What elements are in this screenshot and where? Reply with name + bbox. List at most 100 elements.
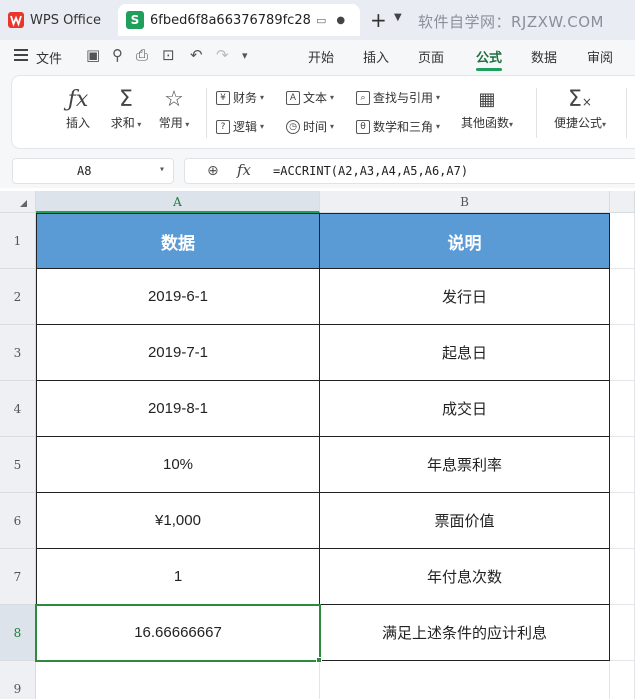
cell-c9[interactable] — [610, 661, 635, 699]
cell-b6[interactable]: 票面价值 — [320, 493, 610, 549]
more-chevron-icon[interactable]: ▾ — [242, 49, 248, 62]
math-button[interactable]: θ 数学和三角 ▾ — [356, 118, 440, 135]
cell-b4[interactable]: 成交日 — [320, 381, 610, 437]
name-box-value: A8 — [77, 164, 92, 178]
insert-function-button[interactable]: ƒx 插入 — [56, 86, 100, 131]
cell-c7[interactable] — [610, 549, 635, 605]
math-icon: θ — [356, 119, 370, 134]
tab-insert[interactable]: 插入 — [363, 47, 389, 66]
cell-c1[interactable] — [610, 213, 635, 269]
tab-list-chevron-icon[interactable]: ▼ — [394, 12, 402, 23]
row-header[interactable]: 7 — [0, 549, 36, 605]
tab-formula[interactable]: 公式 — [476, 47, 502, 66]
cell-b1[interactable]: 说明 — [320, 213, 610, 269]
undo-icon[interactable]: ↶ — [190, 46, 203, 64]
cell-a6[interactable]: ¥1,000 — [36, 493, 320, 549]
row-header[interactable]: 1 — [0, 213, 36, 269]
monitor-icon[interactable]: ▭ — [316, 14, 326, 27]
common-functions-button[interactable]: ☆ 常用 ▾ — [152, 86, 196, 131]
row-header[interactable]: 9 — [0, 661, 36, 699]
quick-formula-label: 便捷公式 — [553, 116, 602, 130]
finance-label: 财务 — [233, 91, 258, 105]
logic-button[interactable]: ? 逻辑 ▾ — [216, 118, 264, 135]
row-header[interactable]: 3 — [0, 325, 36, 381]
cell-b5[interactable]: 年息票利率 — [320, 437, 610, 493]
cell-a5[interactable]: 10% — [36, 437, 320, 493]
fx-icon[interactable]: fx — [237, 161, 251, 179]
cell-c6[interactable] — [610, 493, 635, 549]
text-label: 文本 — [303, 91, 328, 105]
print-icon[interactable]: ⎙ — [136, 46, 148, 64]
cell-a9[interactable] — [36, 661, 320, 699]
time-button[interactable]: ◷ 时间 ▾ — [286, 118, 334, 135]
cell-a1[interactable]: 数据 — [36, 213, 320, 269]
row-header-selected[interactable]: 8 — [0, 605, 36, 661]
cell-a4[interactable]: 2019-8-1 — [36, 381, 320, 437]
cell-b2[interactable]: 发行日 — [320, 269, 610, 325]
autosum-label: 求和 — [110, 116, 135, 130]
tab-data[interactable]: 数据 — [531, 47, 557, 66]
logic-chevron-icon: ▾ — [260, 122, 265, 131]
lookup-button[interactable]: ⌕ 查找与引用 ▾ — [356, 89, 440, 106]
finance-chevron-icon: ▾ — [260, 93, 265, 102]
link-icon[interactable]: ⚲ — [112, 46, 123, 64]
menu-bar: 文件 ▣ ⚲ ⎙ ⊡ ↶ ↷ ▾ 开始 插入 页面 公式 数据 审阅 — [0, 40, 635, 72]
wps-office-label: WPS Office — [30, 12, 102, 28]
lookup-label: 查找与引用 — [373, 91, 434, 105]
lookup-icon: ⌕ — [356, 90, 370, 105]
unsaved-dot-icon[interactable]: ● — [336, 15, 345, 26]
column-header-c[interactable] — [610, 191, 635, 213]
formula-text[interactable]: =ACCRINT(A2,A3,A4,A5,A6,A7) — [273, 164, 468, 178]
row-header[interactable]: 2 — [0, 269, 36, 325]
menu-file[interactable]: 文件 — [36, 48, 62, 67]
cell-a2[interactable]: 2019-6-1 — [36, 269, 320, 325]
clock-icon: ◷ — [286, 119, 300, 134]
hamburger-menu-icon[interactable] — [14, 49, 28, 61]
text-icon: A — [286, 90, 300, 105]
other-functions-button[interactable]: ▦ 其他函数▾ — [456, 86, 518, 131]
active-tab-indicator — [476, 68, 502, 71]
cell-a8[interactable]: 16.66666667 — [36, 605, 320, 661]
quick-formula-chevron-icon: ▾ — [602, 120, 607, 129]
cell-a7[interactable]: 1 — [36, 549, 320, 605]
cell-a3[interactable]: 2019-7-1 — [36, 325, 320, 381]
zoom-search-icon[interactable]: ⊕ — [207, 163, 219, 179]
redo-icon[interactable]: ↷ — [216, 46, 229, 64]
math-label: 数学和三角 — [373, 120, 434, 134]
fill-handle[interactable] — [316, 657, 322, 663]
cell-c8[interactable] — [610, 605, 635, 661]
formula-input[interactable]: ⊕ fx =ACCRINT(A2,A3,A4,A5,A6,A7) — [184, 158, 635, 184]
new-tab-plus-icon[interactable]: + — [370, 8, 387, 32]
tab-review[interactable]: 审阅 — [587, 47, 613, 66]
file-tab[interactable]: S 6fbed6f8a66376789fc28d2e ▭ ● — [118, 4, 360, 36]
ribbon-divider — [626, 88, 627, 138]
cell-b7[interactable]: 年付息次数 — [320, 549, 610, 605]
cell-c2[interactable] — [610, 269, 635, 325]
print-preview-icon[interactable]: ⊡ — [162, 46, 175, 64]
cell-c5[interactable] — [610, 437, 635, 493]
text-button[interactable]: A 文本 ▾ — [286, 89, 334, 106]
tab-home[interactable]: 开始 — [308, 47, 334, 66]
column-header-a[interactable]: A — [36, 191, 320, 213]
row-header[interactable]: 6 — [0, 493, 36, 549]
cell-b8[interactable]: 满足上述条件的应计利息 — [320, 605, 610, 661]
save-icon[interactable]: ▣ — [86, 46, 100, 64]
column-header-b[interactable]: B — [320, 191, 610, 213]
cell-b9[interactable] — [320, 661, 610, 699]
quick-formula-button[interactable]: Σ× 便捷公式▾ — [548, 86, 612, 131]
lookup-chevron-icon: ▾ — [436, 93, 441, 102]
name-box[interactable]: A8 ▾ — [12, 158, 174, 184]
wps-office-tab[interactable]: WPS Office — [8, 6, 101, 34]
tab-page[interactable]: 页面 — [418, 47, 444, 66]
name-box-chevron-icon[interactable]: ▾ — [159, 164, 165, 175]
finance-button[interactable]: ¥ 财务 ▾ — [216, 89, 264, 106]
cell-b3[interactable]: 起息日 — [320, 325, 610, 381]
autosum-button[interactable]: Σ 求和 ▾ — [104, 86, 148, 131]
row-header[interactable]: 4 — [0, 381, 36, 437]
cell-c4[interactable] — [610, 381, 635, 437]
ribbon-divider — [536, 88, 537, 138]
ribbon-panel: ƒx 插入 Σ 求和 ▾ ☆ 常用 ▾ ¥ 财务 ▾ ? 逻辑 ▾ A 文本 ▾ ◷ … — [12, 76, 635, 148]
row-header[interactable]: 5 — [0, 437, 36, 493]
select-all-corner[interactable] — [0, 191, 36, 213]
cell-c3[interactable] — [610, 325, 635, 381]
